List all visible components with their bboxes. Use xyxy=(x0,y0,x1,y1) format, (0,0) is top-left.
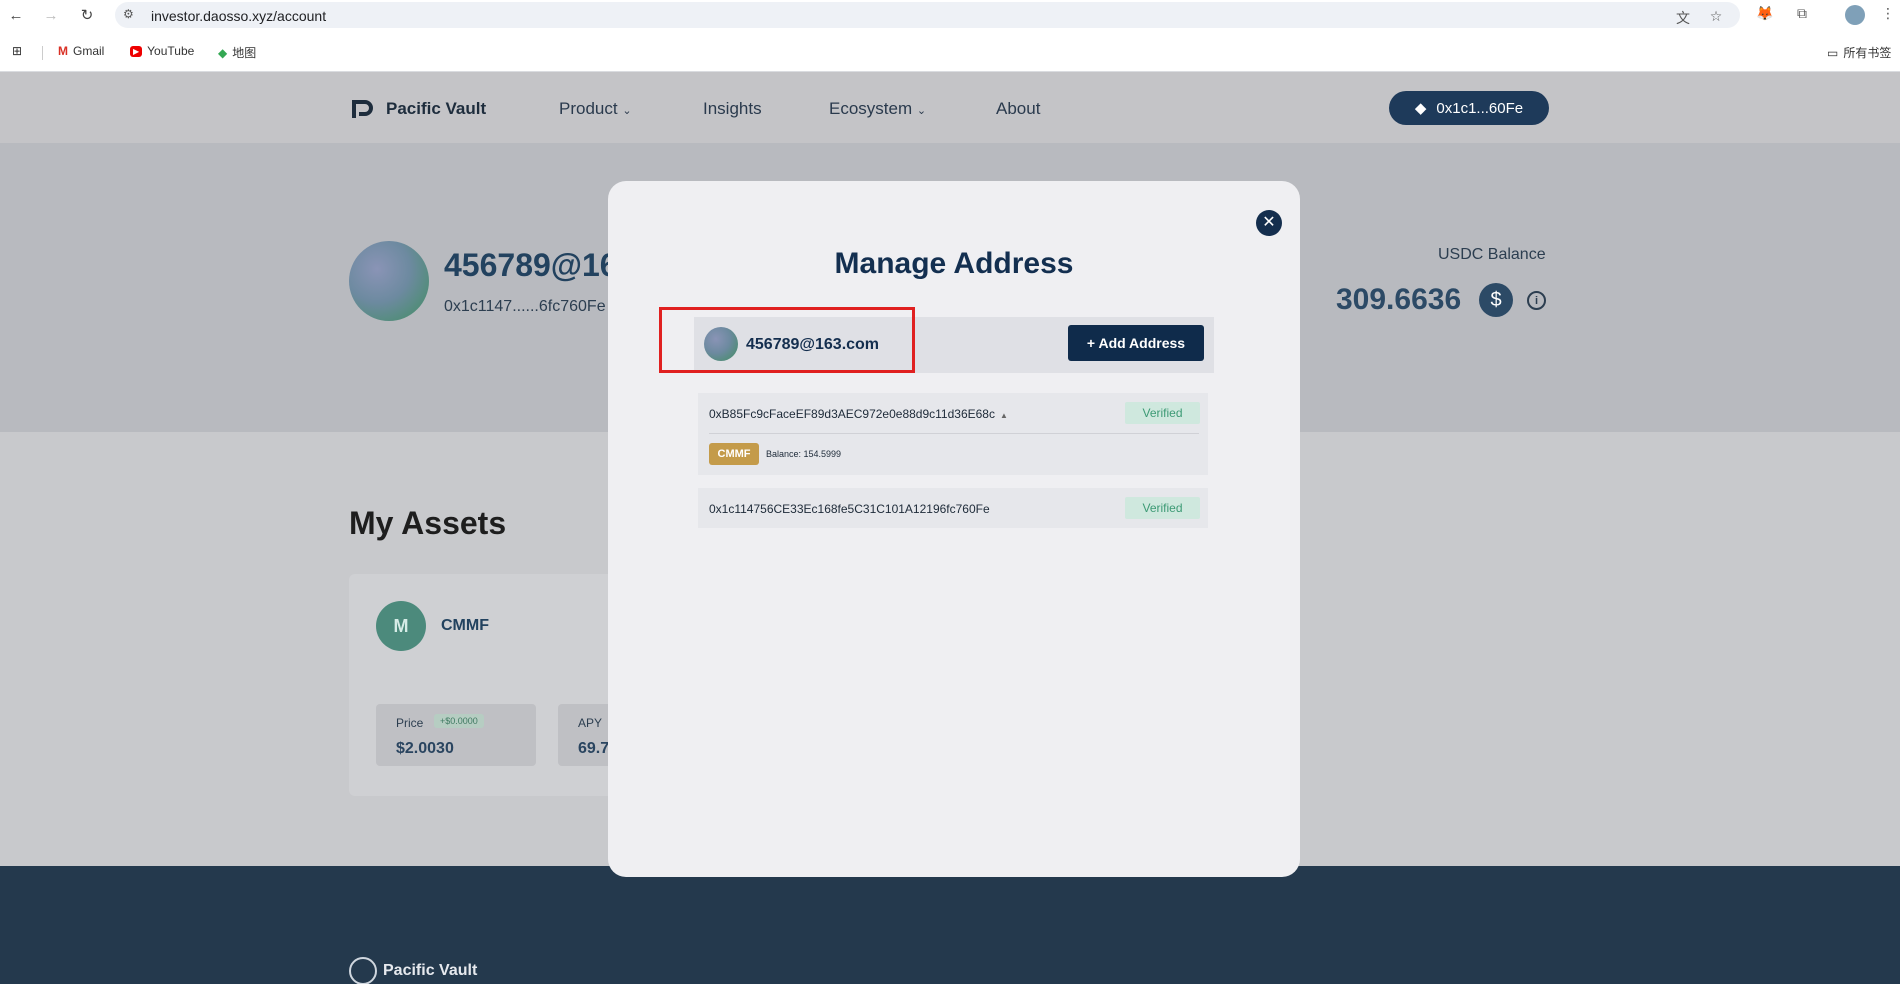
bookmark-star-icon[interactable]: ☆ xyxy=(1707,8,1725,24)
ethereum-icon: ◆ xyxy=(1414,100,1427,117)
pacific-vault-logo-icon xyxy=(352,100,373,118)
forward-icon[interactable]: → xyxy=(41,5,61,25)
info-icon[interactable]: i xyxy=(1527,291,1546,310)
price-stat: Price +$0.0000 $2.0030 xyxy=(376,704,536,766)
price-change-badge: +$0.0000 xyxy=(434,714,484,728)
footer-logo[interactable]: Pacific Vault xyxy=(349,957,477,984)
chevron-down-icon: ⌄ xyxy=(622,105,632,117)
reload-icon[interactable]: ↻ xyxy=(77,5,97,25)
cmmf-logo-icon: M xyxy=(376,601,426,651)
nav-product[interactable]: Product ⌄ xyxy=(559,99,632,119)
gmail-icon: M xyxy=(58,44,68,58)
folder-icon: ▭ xyxy=(1827,45,1839,60)
bookmarks-divider xyxy=(42,46,43,60)
profile-name: 456789@16 xyxy=(444,247,618,283)
apy-value: 69.7 xyxy=(578,740,610,757)
price-value: $2.0030 xyxy=(396,740,454,757)
token-balance: Balance: 154.5999 xyxy=(766,449,842,459)
bookmark-maps[interactable]: ◆ 地图 xyxy=(218,44,256,61)
usdc-balance-value: 309.6636 xyxy=(1336,283,1462,316)
highlight-box xyxy=(659,307,915,373)
profile-avatar-icon[interactable] xyxy=(1845,5,1865,25)
divider xyxy=(709,433,1199,434)
modal-title: Manage Address xyxy=(834,247,1074,280)
wallet-button[interactable]: ◆ 0x1c1...60Fe xyxy=(1389,91,1549,125)
site-info-icon[interactable]: ⚙ xyxy=(123,7,139,23)
nav-about[interactable]: About xyxy=(996,99,1040,119)
browser-toolbar: ← → ↻ ⚙ investor.daosso.xyz/account 文 ☆ … xyxy=(0,0,1900,30)
extensions-icon[interactable]: ⧉ xyxy=(1792,5,1812,25)
bookmarks-bar: ⊞ M Gmail ▶ YouTube ◆ 地图 ▭ 所有书签 xyxy=(0,30,1900,72)
close-icon[interactable]: ✕ xyxy=(1256,210,1282,236)
all-bookmarks[interactable]: ▭ 所有书签 xyxy=(1827,44,1891,61)
caret-up-icon[interactable]: ▲ xyxy=(1000,411,1008,420)
metamask-icon[interactable]: 🦊 xyxy=(1755,5,1775,25)
address-item[interactable]: 0x1c114756CE33Ec168fe5C31C101A12196fc760… xyxy=(698,488,1208,528)
verified-badge: Verified xyxy=(1125,402,1200,424)
apps-icon[interactable]: ⊞ xyxy=(12,44,22,58)
nav-insights[interactable]: Insights xyxy=(703,99,762,119)
site-header: Pacific Vault Product ⌄ Insights Ecosyst… xyxy=(0,72,1900,143)
chevron-down-icon: ⌄ xyxy=(916,105,927,117)
maps-icon: ◆ xyxy=(218,45,228,60)
url-text: investor.daosso.xyz/account xyxy=(151,8,327,24)
verified-badge: Verified xyxy=(1125,497,1200,519)
manage-address-modal: ✕ Manage Address 456789@163.com + Add Ad… xyxy=(608,181,1300,877)
youtube-icon: ▶ xyxy=(130,45,143,57)
menu-icon[interactable]: ⋮ xyxy=(1878,5,1898,25)
add-address-button[interactable]: + Add Address xyxy=(1068,325,1204,361)
avatar xyxy=(349,241,429,321)
bookmark-gmail[interactable]: M Gmail xyxy=(58,44,104,58)
address-text: 0xB85Fc9cFaceEF89d3AEC972e0e88d9c11d36E6… xyxy=(709,407,1008,421)
usdc-balance-label: USDC Balance xyxy=(1438,246,1546,263)
address-item[interactable]: 0xB85Fc9cFaceEF89d3AEC972e0e88d9c11d36E6… xyxy=(698,393,1208,475)
pacific-vault-logo-icon xyxy=(349,957,377,984)
assets-title: My Assets xyxy=(349,505,507,541)
profile-address: 0x1c1147......6fc760Fe xyxy=(444,298,606,315)
nav-ecosystem[interactable]: Ecosystem ⌄ xyxy=(829,99,926,119)
back-icon[interactable]: ← xyxy=(6,5,26,25)
site-logo[interactable]: Pacific Vault xyxy=(350,96,486,122)
token-badge: CMMF xyxy=(709,443,759,465)
address-bar[interactable]: ⚙ investor.daosso.xyz/account 文 ☆ xyxy=(115,2,1740,28)
usdc-coin-icon: $ xyxy=(1479,283,1513,317)
asset-name: CMMF xyxy=(441,617,489,634)
site-footer: Pacific Vault xyxy=(0,866,1900,984)
address-text: 0x1c114756CE33Ec168fe5C31C101A12196fc760… xyxy=(709,502,990,516)
translate-icon[interactable]: 文 xyxy=(1674,8,1692,26)
bookmark-youtube[interactable]: ▶ YouTube xyxy=(130,44,194,58)
